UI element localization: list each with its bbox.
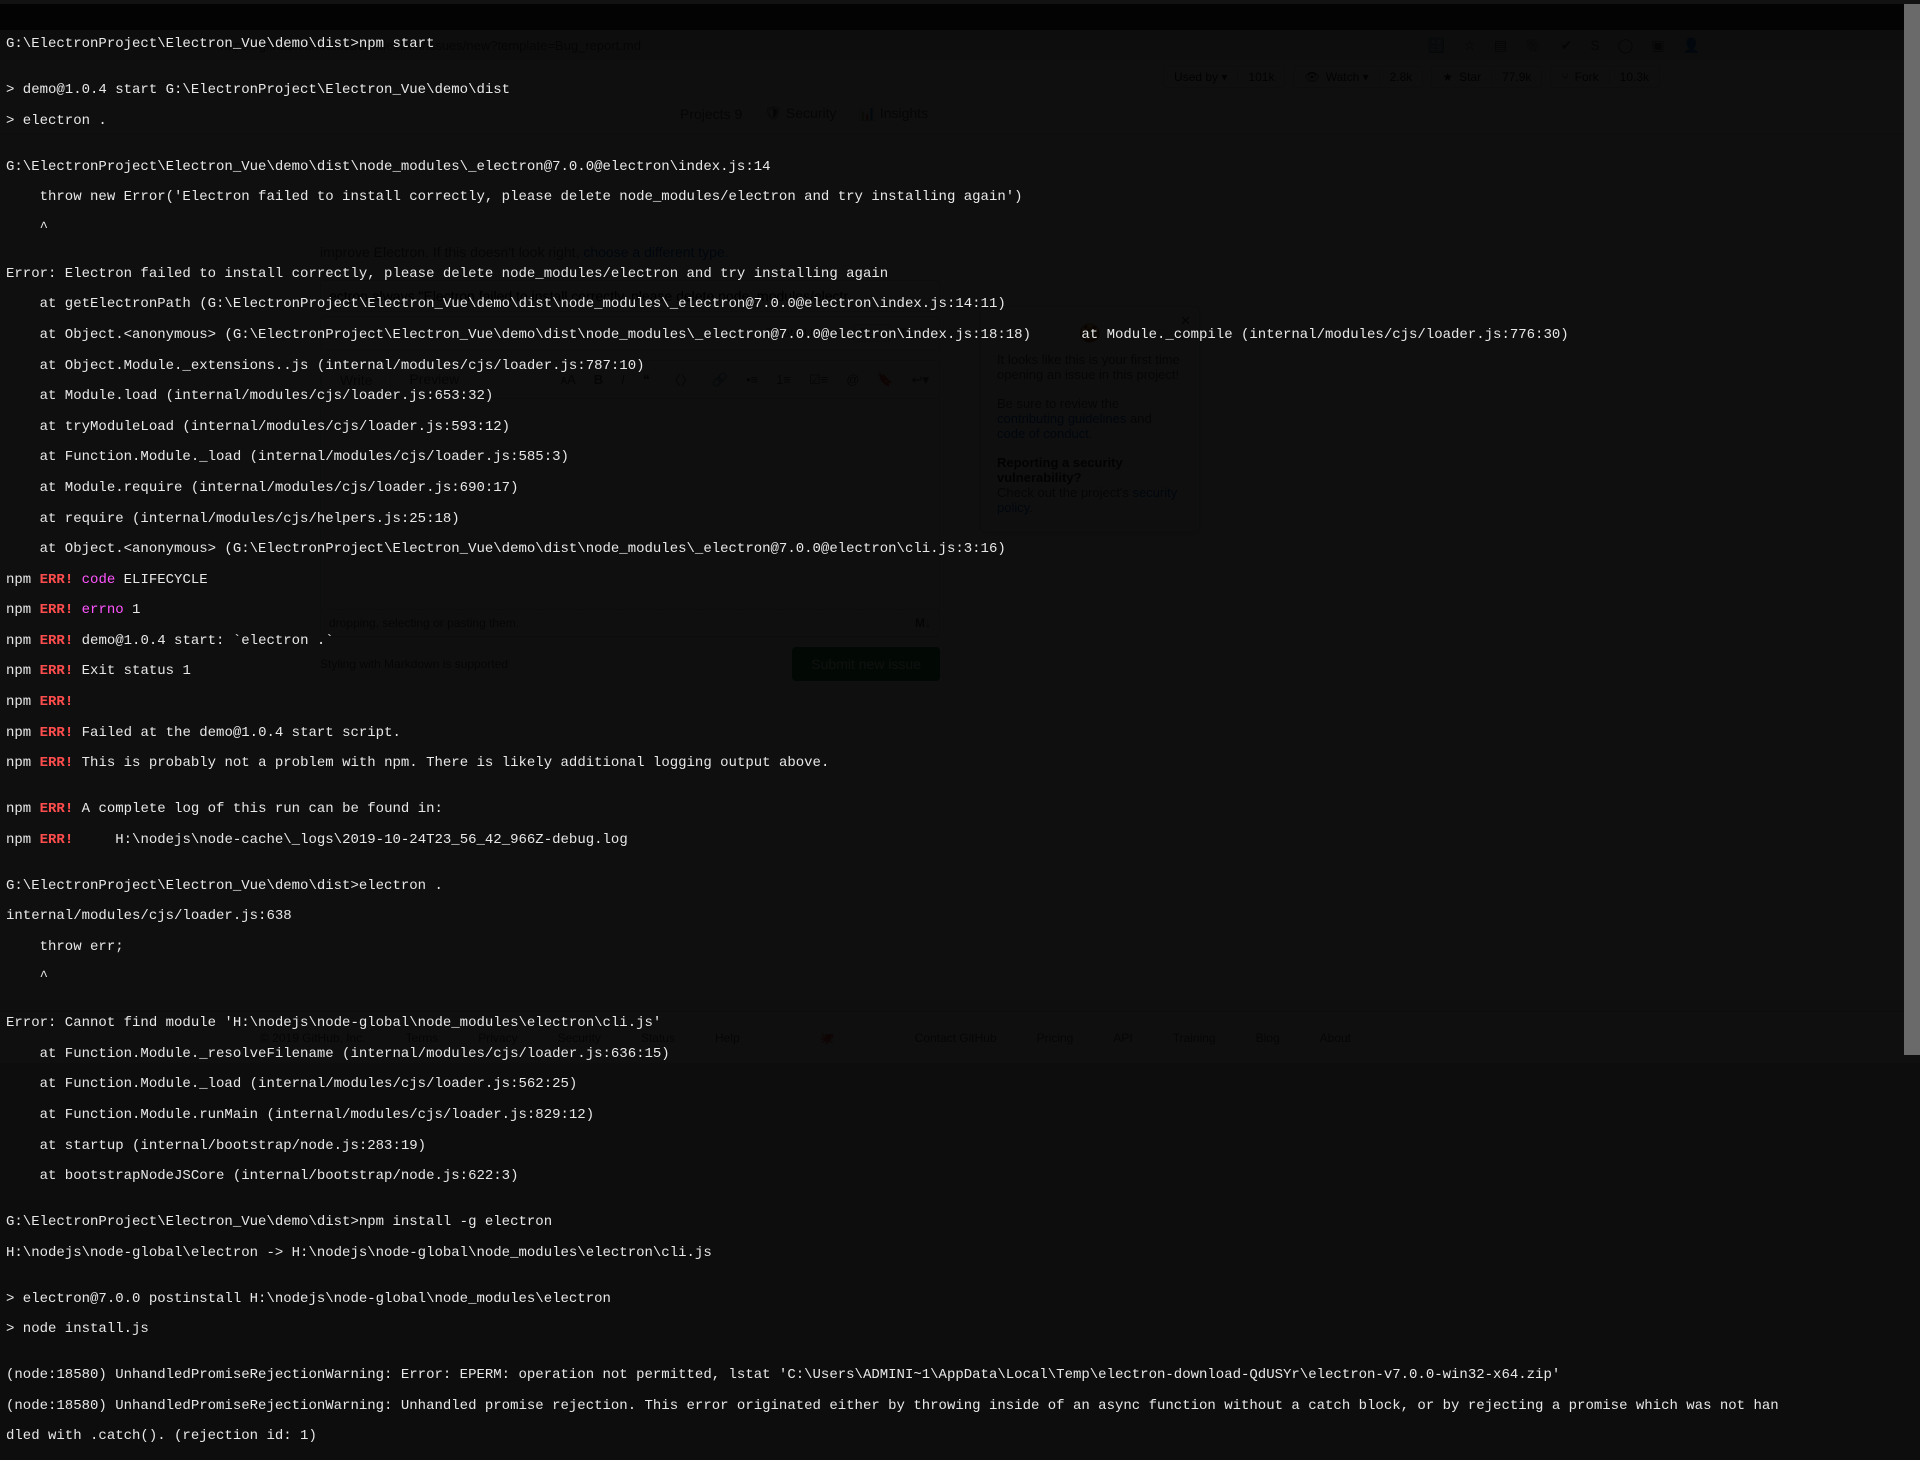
- npm-label: npm: [6, 663, 31, 679]
- terminal-line: throw err;: [6, 940, 1920, 955]
- terminal-line: npm ERR! errno 1: [6, 603, 1920, 618]
- err-label: ERR!: [31, 633, 73, 649]
- terminal-scrollbar[interactable]: [1904, 4, 1920, 1055]
- err-label: ERR!: [31, 801, 73, 817]
- terminal-line: at Function.Module._load (internal/modul…: [6, 1077, 1920, 1092]
- terminal-line: npm ERR! This is probably not a problem …: [6, 756, 1920, 771]
- npm-label: npm: [6, 755, 31, 771]
- npm-key: code: [73, 572, 115, 588]
- terminal-line: at getElectronPath (G:\ElectronProject\E…: [6, 297, 1920, 312]
- npm-val: Exit status 1: [73, 663, 191, 679]
- terminal-line: at Module.load (internal/modules/cjs/loa…: [6, 389, 1920, 404]
- err-label: ERR!: [31, 725, 73, 741]
- err-label: ERR!: [31, 832, 73, 848]
- npm-label: npm: [6, 694, 31, 710]
- terminal-line: (node:18580) UnhandledPromiseRejectionWa…: [6, 1399, 1920, 1414]
- terminal-line: dled with .catch(). (rejection id: 1): [6, 1429, 1920, 1444]
- terminal-line: internal/modules/cjs/loader.js:638: [6, 909, 1920, 924]
- terminal-line: at startup (internal/bootstrap/node.js:2…: [6, 1139, 1920, 1154]
- npm-val: ELIFECYCLE: [115, 572, 207, 588]
- terminal-line: at Module.require (internal/modules/cjs/…: [6, 481, 1920, 496]
- terminal-line: > electron .: [6, 114, 1920, 129]
- npm-val: This is probably not a problem with npm.…: [73, 755, 829, 771]
- npm-label: npm: [6, 801, 31, 817]
- err-label: ERR!: [31, 572, 73, 588]
- terminal-line: ^: [6, 221, 1920, 236]
- terminal-line: G:\ElectronProject\Electron_Vue\demo\dis…: [6, 37, 1920, 52]
- terminal-line: at Function.Module.runMain (internal/mod…: [6, 1108, 1920, 1123]
- terminal-line: npm ERR! A complete log of this run can …: [6, 802, 1920, 817]
- terminal-line: G:\ElectronProject\Electron_Vue\demo\dis…: [6, 160, 1920, 175]
- npm-val: 1: [124, 602, 141, 618]
- err-label: ERR!: [31, 602, 73, 618]
- terminal-line: at Object.<anonymous> (G:\ElectronProjec…: [6, 328, 1920, 343]
- terminal-line: npm ERR! demo@1.0.4 start: `electron .`: [6, 634, 1920, 649]
- err-label: ERR!: [31, 755, 73, 771]
- terminal-line: at require (internal/modules/cjs/helpers…: [6, 512, 1920, 527]
- err-label: ERR!: [31, 663, 73, 679]
- terminal-line: G:\ElectronProject\Electron_Vue\demo\dis…: [6, 879, 1920, 894]
- terminal-line: at Object.Module._extensions..js (intern…: [6, 359, 1920, 374]
- terminal-line: throw new Error('Electron failed to inst…: [6, 190, 1920, 205]
- terminal-line: G:\ElectronProject\Electron_Vue\demo\dis…: [6, 1215, 1920, 1230]
- terminal-line: at Object.<anonymous> (G:\ElectronProjec…: [6, 542, 1920, 557]
- terminal-line: > electron@7.0.0 postinstall H:\nodejs\n…: [6, 1292, 1920, 1307]
- terminal-line: Error: Electron failed to install correc…: [6, 267, 1920, 282]
- npm-val: Failed at the demo@1.0.4 start script.: [73, 725, 401, 741]
- terminal-line: ^: [6, 970, 1920, 985]
- npm-val: A complete log of this run can be found …: [73, 801, 443, 817]
- npm-label: npm: [6, 633, 31, 649]
- terminal-line: at Function.Module._load (internal/modul…: [6, 450, 1920, 465]
- terminal-line: npm ERR! H:\nodejs\node-cache\_logs\2019…: [6, 833, 1920, 848]
- npm-val: demo@1.0.4 start: `electron .`: [73, 633, 333, 649]
- npm-val: H:\nodejs\node-cache\_logs\2019-10-24T23…: [73, 832, 628, 848]
- npm-label: npm: [6, 725, 31, 741]
- npm-label: npm: [6, 572, 31, 588]
- terminal-line: npm ERR! Exit status 1: [6, 664, 1920, 679]
- terminal-line: (node:18580) UnhandledPromiseRejectionWa…: [6, 1368, 1920, 1383]
- npm-label: npm: [6, 602, 31, 618]
- terminal-line: npm ERR!: [6, 695, 1920, 710]
- terminal-line: npm ERR! code ELIFECYCLE: [6, 573, 1920, 588]
- terminal-line: H:\nodejs\node-global\electron -> H:\nod…: [6, 1246, 1920, 1261]
- terminal-line: at Function.Module._resolveFilename (int…: [6, 1047, 1920, 1062]
- npm-label: npm: [6, 832, 31, 848]
- npm-key: errno: [73, 602, 123, 618]
- terminal-line: at bootstrapNodeJSCore (internal/bootstr…: [6, 1169, 1920, 1184]
- terminal-line: at tryModuleLoad (internal/modules/cjs/l…: [6, 420, 1920, 435]
- terminal-window[interactable]: G:\ElectronProject\Electron_Vue\demo\dis…: [0, 4, 1920, 1063]
- terminal-line: > demo@1.0.4 start G:\ElectronProject\El…: [6, 83, 1920, 98]
- terminal-line: > node install.js: [6, 1322, 1920, 1337]
- terminal-line: Error: Cannot find module 'H:\nodejs\nod…: [6, 1016, 1920, 1031]
- err-label: ERR!: [31, 694, 73, 710]
- scrollbar-thumb[interactable]: [1904, 4, 1920, 1055]
- terminal-line: npm ERR! Failed at the demo@1.0.4 start …: [6, 726, 1920, 741]
